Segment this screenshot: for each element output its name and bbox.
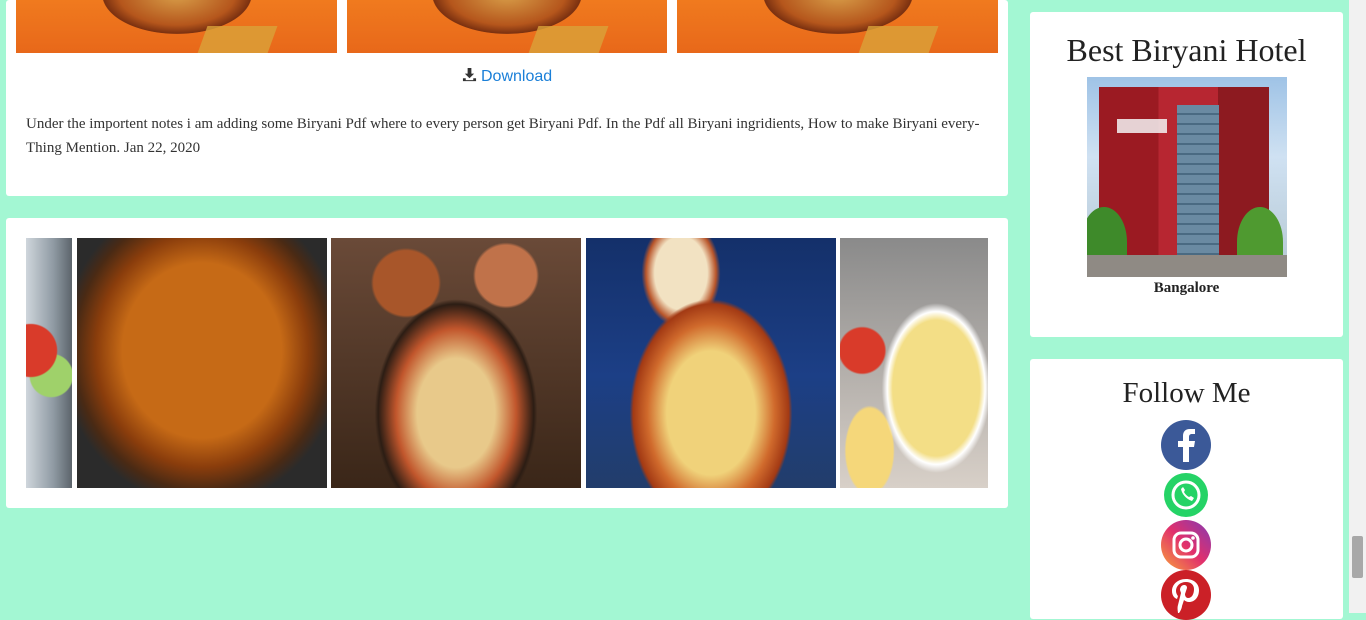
gallery-card	[6, 218, 1008, 508]
carousel-image	[26, 238, 72, 488]
page-scrollbar[interactable]	[1349, 0, 1366, 613]
carousel-image	[840, 238, 988, 488]
biryani-image-3	[677, 0, 998, 53]
facebook-icon[interactable]	[1161, 420, 1211, 470]
carousel-image	[331, 238, 581, 488]
image-carousel[interactable]	[26, 238, 988, 488]
hotel-widget-title: Best Biryani Hotel	[1066, 32, 1307, 68]
follow-widget-title: Follow Me	[1122, 377, 1251, 409]
carousel-image	[586, 238, 836, 488]
notes-text: Under the importent notes i am adding so…	[26, 116, 980, 156]
download-card: Download Under the importent notes i am …	[6, 0, 1008, 196]
carousel-image	[77, 238, 327, 488]
follow-widget: Follow Me	[1030, 359, 1343, 620]
biryani-image-2	[347, 0, 667, 53]
download-label: Download	[481, 68, 553, 85]
hotel-photo[interactable]	[1087, 77, 1287, 277]
download-link[interactable]: Download	[462, 66, 552, 88]
whatsapp-icon[interactable]	[1161, 470, 1211, 520]
scrollbar-thumb[interactable]	[1352, 536, 1363, 578]
instagram-icon[interactable]	[1161, 520, 1211, 570]
biryani-image-1	[16, 0, 337, 53]
download-icon	[462, 67, 477, 87]
hotel-caption: Bangalore	[1153, 280, 1220, 296]
hotel-widget: Best Biryani Hotel Bangalore	[1030, 12, 1343, 337]
